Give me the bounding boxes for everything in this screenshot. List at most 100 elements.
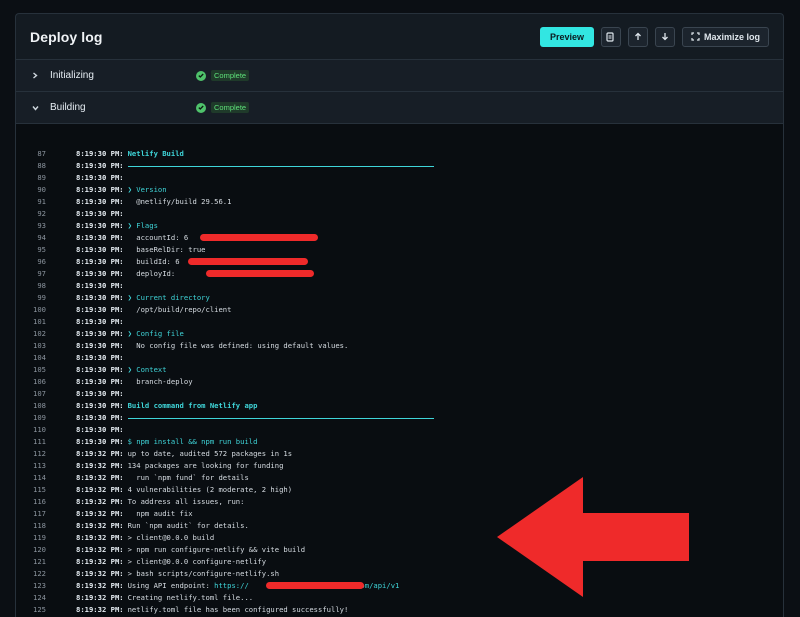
line-number[interactable]: 109: [16, 412, 46, 424]
log-line: 106 8:19:30 PM: branch-deploy: [16, 376, 783, 388]
log-message: > npm run configure-netlify && vite buil…: [127, 545, 306, 554]
log-message: run `npm fund` for details: [127, 473, 249, 482]
log-line: 111 8:19:30 PM: $ npm install && npm run b…: [16, 436, 783, 448]
line-number[interactable]: 111: [16, 436, 46, 448]
page-title: Deploy log: [30, 28, 103, 45]
line-number[interactable]: 118: [16, 520, 46, 532]
line-number[interactable]: 107: [16, 388, 46, 400]
log-message: 134 packages are looking for funding: [127, 461, 284, 470]
log-timestamp: 8:19:30 PM:: [76, 281, 124, 290]
line-number[interactable]: 110: [16, 424, 46, 436]
line-number[interactable]: 119: [16, 532, 46, 544]
line-number[interactable]: 108: [16, 400, 46, 412]
log-line: 101 8:19:30 PM:: [16, 316, 783, 328]
line-number[interactable]: 106: [16, 376, 46, 388]
chevron-right-icon: [32, 72, 46, 79]
line-number[interactable]: 124: [16, 592, 46, 604]
line-number[interactable]: 87: [16, 148, 46, 160]
line-number[interactable]: 91: [16, 196, 46, 208]
log-line: 104 8:19:30 PM:: [16, 352, 783, 364]
line-number[interactable]: 117: [16, 508, 46, 520]
line-number[interactable]: 99: [16, 292, 46, 304]
line-number[interactable]: 123: [16, 580, 46, 592]
log-line: 96 8:19:30 PM: buildId: 6: [16, 256, 783, 268]
log-timestamp: 8:19:30 PM:: [76, 413, 124, 422]
log-timestamp: 8:19:32 PM:: [76, 533, 124, 542]
log-message: Netlify Build: [127, 149, 184, 158]
log-timestamp: 8:19:32 PM:: [76, 557, 124, 566]
redaction-mark: [266, 582, 364, 589]
line-number[interactable]: 105: [16, 364, 46, 376]
log-message: @netlify/build 29.56.1: [127, 197, 232, 206]
line-number[interactable]: 98: [16, 280, 46, 292]
log-message: ❯ Current directory: [127, 293, 210, 302]
log-line: 102 8:19:30 PM: ❯ Config file: [16, 328, 783, 340]
log-timestamp: 8:19:30 PM:: [76, 257, 124, 266]
line-number[interactable]: 115: [16, 484, 46, 496]
log-timestamp: 8:19:30 PM:: [76, 437, 124, 446]
line-number[interactable]: 100: [16, 304, 46, 316]
log-timestamp: 8:19:30 PM:: [76, 293, 124, 302]
scroll-bottom-button[interactable]: [654, 26, 675, 47]
header-actions: Preview Maximize log: [539, 26, 769, 47]
line-number[interactable]: 113: [16, 460, 46, 472]
line-number[interactable]: 122: [16, 568, 46, 580]
line-number[interactable]: 104: [16, 352, 46, 364]
api-endpoint-link[interactable]: https://: [214, 580, 249, 592]
line-number[interactable]: 103: [16, 340, 46, 352]
log-message: buildId: 6: [127, 257, 180, 266]
maximize-log-button[interactable]: Maximize log: [681, 26, 769, 47]
preview-button[interactable]: Preview: [539, 26, 594, 47]
log-timestamp: 8:19:30 PM:: [76, 329, 124, 338]
log-line: 107 8:19:30 PM:: [16, 388, 783, 400]
line-number[interactable]: 116: [16, 496, 46, 508]
log-line: 87 8:19:30 PM: Netlify Build: [16, 148, 783, 160]
log-line: 108 8:19:30 PM: Build command from Netlify…: [16, 400, 783, 412]
log-line: 89 8:19:30 PM:: [16, 172, 783, 184]
line-number[interactable]: 96: [16, 256, 46, 268]
line-number[interactable]: 102: [16, 328, 46, 340]
line-number[interactable]: 88: [16, 160, 46, 172]
log-timestamp: 8:19:32 PM:: [76, 473, 124, 482]
red-arrow-annotation: [497, 477, 689, 597]
redaction-mark: [206, 270, 314, 277]
status-badge: Complete: [196, 70, 250, 81]
log-line: 105 8:19:30 PM: ❯ Context: [16, 364, 783, 376]
log-timestamp: 8:19:32 PM:: [76, 497, 124, 506]
line-number[interactable]: 89: [16, 172, 46, 184]
line-number[interactable]: 94: [16, 232, 46, 244]
line-number[interactable]: 125: [16, 604, 46, 616]
line-number[interactable]: 101: [16, 316, 46, 328]
line-number[interactable]: 112: [16, 448, 46, 460]
log-timestamp: 8:19:30 PM:: [76, 389, 124, 398]
log-timestamp: 8:19:30 PM:: [76, 149, 124, 158]
step-initializing[interactable]: Initializing Complete: [16, 60, 783, 92]
line-number[interactable]: 120: [16, 544, 46, 556]
log-message: /opt/build/repo/client: [127, 305, 232, 314]
scroll-top-button[interactable]: [627, 26, 648, 47]
redaction-mark: [200, 234, 318, 241]
line-number[interactable]: 114: [16, 472, 46, 484]
log-timestamp: 8:19:30 PM:: [76, 401, 124, 410]
log-line: 90 8:19:30 PM: ❯ Version: [16, 184, 783, 196]
arrow-up-icon: [635, 32, 641, 40]
maximize-log-label: Maximize log: [703, 31, 760, 42]
line-number[interactable]: 95: [16, 244, 46, 256]
log-timestamp: 8:19:32 PM:: [76, 461, 124, 470]
line-number[interactable]: 97: [16, 268, 46, 280]
line-number[interactable]: 121: [16, 556, 46, 568]
log-timestamp: 8:19:32 PM:: [76, 485, 124, 494]
line-number[interactable]: 92: [16, 208, 46, 220]
log-message: npm audit fix: [127, 509, 193, 518]
redaction-mark: [188, 258, 308, 265]
log-timestamp: 8:19:30 PM:: [76, 377, 124, 386]
line-number[interactable]: 90: [16, 184, 46, 196]
log-timestamp: 8:19:30 PM:: [76, 305, 124, 314]
log-divider: [127, 165, 434, 167]
line-number[interactable]: 93: [16, 220, 46, 232]
step-building[interactable]: Building Complete: [16, 92, 783, 124]
log-timestamp: 8:19:30 PM:: [76, 185, 124, 194]
copy-log-button[interactable]: [600, 26, 621, 47]
log-line: 103 8:19:30 PM: No config file was define…: [16, 340, 783, 352]
log-line: 88 8:19:30 PM:: [16, 160, 783, 172]
